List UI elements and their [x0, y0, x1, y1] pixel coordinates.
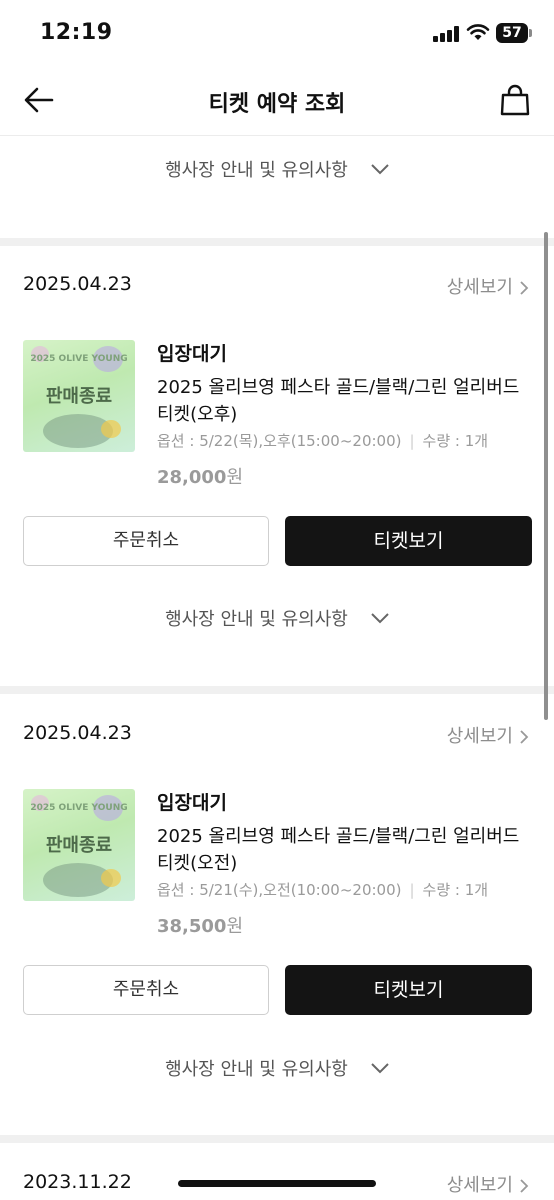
quantity-text: 수량 : 1개: [422, 432, 489, 450]
view-ticket-button[interactable]: 티켓보기: [285, 516, 532, 566]
chevron-right-icon: [520, 730, 529, 744]
venue-notice-toggle[interactable]: 행사장 안내 및 유의사항: [0, 156, 554, 196]
option-text: 옵션 : 5/21(수),오전(10:00~20:00): [157, 881, 402, 899]
header: 티켓 예약 조회: [0, 66, 554, 136]
order-price: 28,000원: [157, 463, 243, 489]
chevron-right-icon: [520, 1179, 529, 1193]
price-value: 28,000: [157, 467, 227, 488]
product-thumbnail[interactable]: 2025 OLIVE YOUNG 판매종료: [23, 789, 135, 901]
order-date: 2025.04.23: [23, 722, 132, 744]
clock: 12:19: [40, 20, 113, 45]
wifi-icon: [466, 24, 490, 40]
thumbnail-caption: 2025 OLIVE YOUNG: [30, 354, 128, 364]
page-title: 티켓 예약 조회: [208, 92, 346, 117]
cancel-order-button[interactable]: 주문취소: [23, 516, 269, 566]
venue-notice-label: 행사장 안내 및 유의사항: [165, 160, 348, 181]
cellular-signal-icon: [433, 26, 459, 42]
order-option: 옵션 : 5/21(수),오전(10:00~20:00) | 수량 : 1개: [157, 881, 489, 899]
price-value: 38,500: [157, 916, 227, 937]
venue-notice-toggle[interactable]: 행사장 안내 및 유의사항: [0, 605, 554, 645]
section-divider: [0, 238, 554, 246]
order-option: 옵션 : 5/22(목),오후(15:00~20:00) | 수량 : 1개: [157, 432, 489, 450]
detail-link[interactable]: 상세보기: [447, 1171, 529, 1197]
venue-notice-toggle[interactable]: 행사장 안내 및 유의사항: [0, 1055, 554, 1095]
order-price: 38,500원: [157, 912, 243, 938]
venue-notice-label: 행사장 안내 및 유의사항: [165, 1059, 348, 1080]
order-status: 입장대기: [157, 343, 227, 365]
product-thumbnail[interactable]: 2025 OLIVE YOUNG 판매종료: [23, 340, 135, 452]
section-divider: [0, 1135, 554, 1143]
section-divider: [0, 686, 554, 694]
chevron-down-icon: [371, 1063, 389, 1074]
battery-level: 57: [496, 23, 528, 43]
scrollbar[interactable]: [544, 232, 548, 720]
shopping-bag-icon[interactable]: [498, 83, 532, 117]
detail-link[interactable]: 상세보기: [447, 273, 529, 299]
sold-out-badge: 판매종료: [45, 386, 113, 407]
price-currency: 원: [226, 916, 244, 937]
product-name: 2025 올리브영 페스타 골드/블랙/그린 얼리버드 티켓(오전): [157, 826, 520, 874]
sold-out-badge: 판매종료: [45, 835, 113, 856]
battery-icon: 57: [496, 23, 532, 43]
option-text: 옵션 : 5/22(목),오후(15:00~20:00): [157, 432, 402, 450]
detail-link[interactable]: 상세보기: [447, 722, 529, 748]
quantity-text: 수량 : 1개: [422, 881, 489, 899]
detail-link-label: 상세보기: [446, 1175, 513, 1196]
chevron-right-icon: [520, 281, 529, 295]
status-bar: 12:19 57: [0, 0, 554, 66]
chevron-down-icon: [371, 164, 389, 175]
cancel-order-button[interactable]: 주문취소: [23, 965, 269, 1015]
detail-link-label: 상세보기: [446, 277, 513, 298]
order-date: 2025.04.23: [23, 273, 132, 295]
view-ticket-button[interactable]: 티켓보기: [285, 965, 532, 1015]
order-status: 입장대기: [157, 792, 227, 814]
price-currency: 원: [226, 467, 244, 488]
product-name: 2025 올리브영 페스타 골드/블랙/그린 얼리버드 티켓(오후): [157, 377, 520, 425]
chevron-down-icon: [371, 613, 389, 624]
thumbnail-caption: 2025 OLIVE YOUNG: [30, 803, 128, 813]
home-indicator[interactable]: [178, 1180, 376, 1187]
order-date: 2023.11.22: [23, 1171, 132, 1193]
detail-link-label: 상세보기: [446, 726, 513, 747]
venue-notice-label: 행사장 안내 및 유의사항: [165, 609, 348, 630]
